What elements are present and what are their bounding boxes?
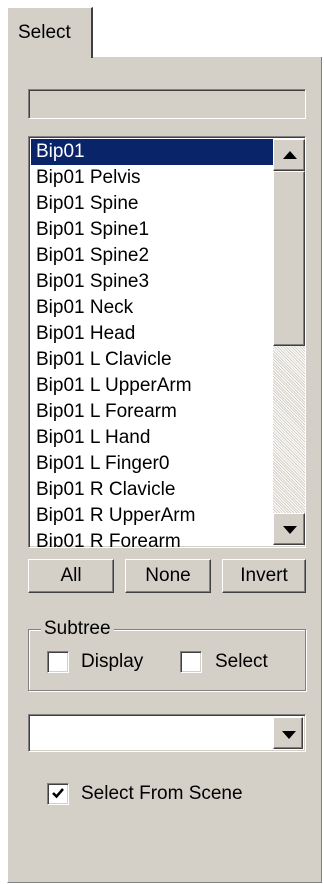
scroll-down-button[interactable] xyxy=(273,513,305,545)
vertical-scrollbar[interactable] xyxy=(273,139,305,545)
list-item[interactable]: Bip01 L Clavicle xyxy=(31,347,275,373)
select-checkbox[interactable] xyxy=(180,651,202,673)
tab-select-label: Select xyxy=(18,22,71,43)
chevron-down-icon xyxy=(282,731,296,739)
all-button[interactable]: All xyxy=(28,559,114,593)
selection-set-dropdown[interactable] xyxy=(28,714,306,752)
select-from-scene-label: Select From Scene xyxy=(81,783,243,804)
object-list: Bip01 Bip01 Pelvis Bip01 Spine Bip01 Spine1… xyxy=(31,139,275,547)
list-item[interactable]: Bip01 xyxy=(31,139,275,165)
invert-button[interactable]: Invert xyxy=(222,559,306,593)
list-item[interactable]: Bip01 R Clavicle xyxy=(31,477,275,503)
list-item[interactable]: Bip01 Spine1 xyxy=(31,217,275,243)
subtree-group-label: Subtree xyxy=(41,618,114,640)
object-listbox[interactable]: Bip01 Bip01 Pelvis Bip01 Spine Bip01 Spine1… xyxy=(28,136,306,548)
tab-select[interactable]: Select xyxy=(7,7,93,58)
arrow-up-icon xyxy=(283,151,297,159)
display-checkbox[interactable] xyxy=(47,651,69,673)
list-item[interactable]: Bip01 Spine3 xyxy=(31,269,275,295)
list-item[interactable]: Bip01 Spine2 xyxy=(31,243,275,269)
dropdown-button[interactable] xyxy=(273,717,303,749)
list-item[interactable]: Bip01 L UpperArm xyxy=(31,373,275,399)
check-icon xyxy=(52,788,64,799)
select-label: Select xyxy=(215,651,268,672)
arrow-down-icon xyxy=(283,526,297,534)
display-label: Display xyxy=(81,651,144,672)
list-item[interactable]: Bip01 Head xyxy=(31,321,275,347)
search-input[interactable] xyxy=(28,89,306,119)
list-item[interactable]: Bip01 L Hand xyxy=(31,425,275,451)
none-button[interactable]: None xyxy=(125,559,211,593)
list-item[interactable]: Bip01 L Finger0 xyxy=(31,451,275,477)
scroll-thumb[interactable] xyxy=(273,171,305,346)
select-from-scene-checkbox[interactable] xyxy=(47,783,69,805)
list-item[interactable]: Bip01 L Forearm xyxy=(31,399,275,425)
list-item[interactable]: Bip01 R Forearm xyxy=(31,529,275,547)
list-item[interactable]: Bip01 Pelvis xyxy=(31,165,275,191)
scroll-up-button[interactable] xyxy=(273,139,305,171)
list-item[interactable]: Bip01 Spine xyxy=(31,191,275,217)
list-item[interactable]: Bip01 Neck xyxy=(31,295,275,321)
list-item[interactable]: Bip01 R UpperArm xyxy=(31,503,275,529)
